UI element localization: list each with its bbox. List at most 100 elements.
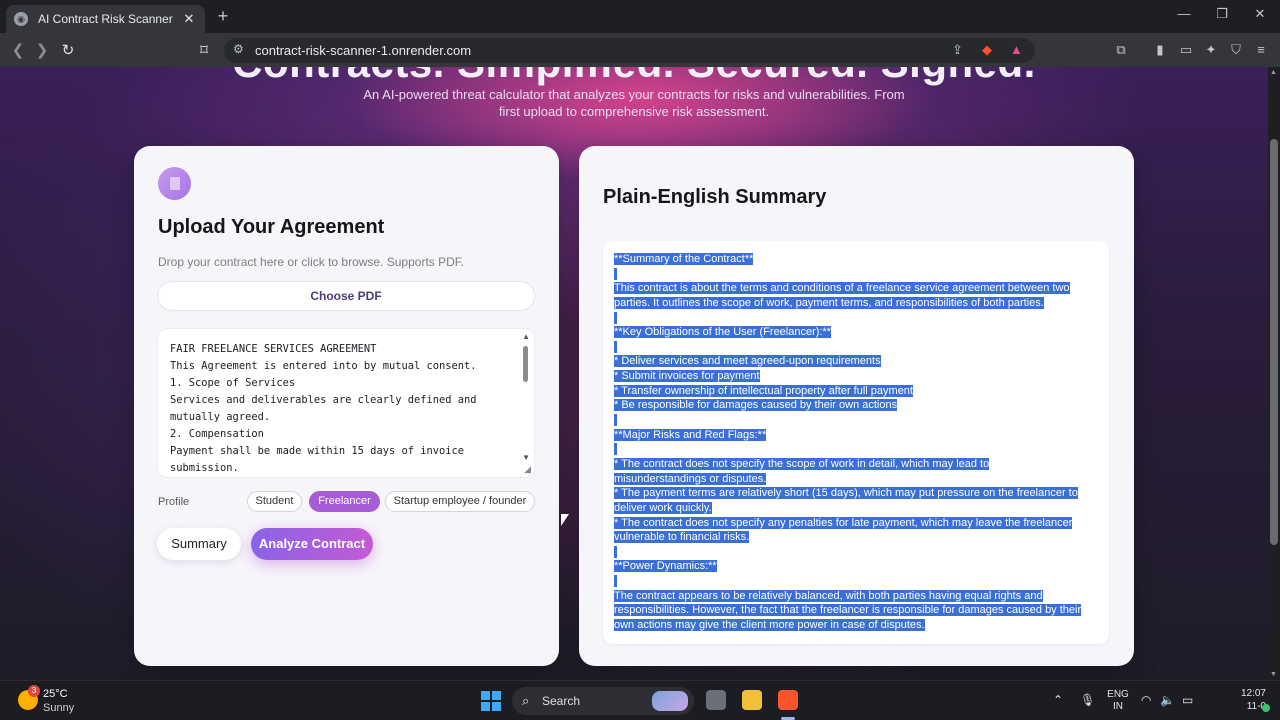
region-code: IN [1113, 701, 1123, 712]
search-icon: ⌕ [522, 693, 530, 708]
scroll-down-icon[interactable]: ▼ [522, 453, 530, 462]
maximize-icon[interactable]: ❐ [1212, 6, 1232, 22]
resize-grip-icon[interactable]: ◢ [524, 464, 531, 475]
summary-line-text: vulnerable to financial risks. [614, 531, 750, 544]
battery-icon[interactable]: ▭ [1182, 693, 1193, 707]
brave-shields-icon[interactable]: ◆ [982, 42, 992, 58]
profile-label: Profile [158, 496, 190, 508]
page-scroll-up-icon[interactable]: ▲ [1270, 69, 1277, 76]
vpn-icon[interactable]: ⛉ [1228, 42, 1244, 58]
scroll-up-icon[interactable]: ▲ [522, 332, 530, 341]
bookmark-icon[interactable]: ⌑ [195, 41, 213, 59]
brave-rewards-icon[interactable]: ▲ [1010, 42, 1023, 57]
taskbar-search[interactable]: ⌕ Search [512, 687, 694, 715]
weather-temperature[interactable]: 25°C [43, 688, 68, 700]
summary-line: * The contract does not specify any pena… [614, 516, 1104, 531]
forward-icon[interactable]: ❯ [33, 41, 51, 59]
summary-line-text: This contract is about the terms and con… [614, 282, 1070, 295]
summary-line [614, 574, 1104, 589]
summary-line: This contract is about the terms and con… [614, 281, 1104, 296]
brave-browser-icon[interactable] [778, 690, 798, 710]
language-indicator[interactable]: ENG IN [1106, 689, 1130, 713]
windows-start-icon[interactable] [481, 691, 501, 711]
window-close-icon[interactable]: ✕ [1250, 6, 1270, 22]
address-bar[interactable]: ⚙ contract-risk-scanner-1.onrender.com ⇪… [224, 38, 1035, 63]
page-scroll-down-icon[interactable]: ▼ [1270, 671, 1277, 678]
page-scrollbar[interactable]: ▲ ▼ [1268, 67, 1280, 680]
page-scroll-thumb[interactable] [1270, 139, 1278, 545]
new-tab-icon[interactable]: + [214, 6, 232, 27]
share-icon[interactable]: ⇪ [952, 42, 963, 58]
summary-heading: Plain-English Summary [603, 186, 827, 208]
menu-icon[interactable]: ≡ [1253, 42, 1269, 57]
summary-line-text [614, 443, 618, 456]
profile-chip-startup[interactable]: Startup employee / founder [385, 491, 535, 512]
windows-taskbar: 3 25°C Sunny ⌕ Search ⌃ 🎙 ENG IN ◠ 🔈 ▭ 1… [0, 680, 1280, 720]
url-text[interactable]: contract-risk-scanner-1.onrender.com [255, 43, 471, 58]
choose-pdf-button[interactable]: Choose PDF [157, 281, 535, 311]
summary-line-text [614, 575, 618, 588]
summary-output[interactable]: **Summary of the Contract** This contrac… [603, 241, 1109, 644]
page-viewport: Contracts. Simplified. Secured. Signed. … [0, 67, 1268, 680]
summary-line-text [614, 311, 618, 324]
browser-toolbar: ❮ ❯ ↻ ⌑ ⚙ contract-risk-scanner-1.onrend… [0, 33, 1280, 67]
language-code: ENG [1107, 689, 1129, 700]
weather-badge: 3 [28, 685, 40, 697]
back-icon[interactable]: ❮ [9, 41, 27, 59]
summary-line: **Summary of the Contract** [614, 252, 1104, 267]
summary-line: **Major Risks and Red Flags:** [614, 428, 1104, 443]
summary-button[interactable]: Summary [157, 528, 241, 560]
summary-line-text: * The contract does not specify the scop… [614, 457, 990, 470]
site-info-icon[interactable]: ⚙ [233, 42, 244, 56]
file-explorer-icon[interactable] [742, 690, 762, 710]
search-label: Search [542, 694, 581, 708]
system-clock[interactable]: 12:07 11-0 [1230, 687, 1266, 713]
summary-line-text: **Key Obligations of the User (Freelance… [614, 326, 832, 339]
hero-subtitle: An AI-powered threat calculator that ana… [363, 87, 905, 119]
summary-line-text [614, 340, 618, 353]
leo-ai-icon[interactable]: ✦ [1203, 42, 1219, 58]
notification-icon[interactable] [1262, 704, 1270, 712]
upload-hint: Drop your contract here or click to brow… [158, 255, 465, 269]
weather-description[interactable]: Sunny [43, 702, 74, 714]
summary-line [614, 545, 1104, 560]
reload-icon[interactable]: ↻ [59, 41, 77, 59]
tray-overflow-icon[interactable]: ⌃ [1053, 693, 1063, 707]
summary-line: deliver work quickly. [614, 501, 1104, 516]
screenshot-icon[interactable]: ⧉ [1113, 42, 1129, 58]
summary-line-text: deliver work quickly. [614, 501, 712, 514]
globe-icon: ◉ [14, 12, 28, 26]
summary-line: * The contract does not specify the scop… [614, 457, 1104, 472]
tab-title: AI Contract Risk Scanner [38, 12, 173, 26]
textarea-scrollbar[interactable] [523, 346, 528, 382]
summary-line-text: parties. It outlines the scope of work, … [614, 296, 1044, 309]
summary-line-text: * The contract does not specify any pena… [614, 516, 1073, 529]
summary-line [614, 442, 1104, 457]
summary-line-text [614, 414, 618, 427]
wifi-icon[interactable]: ◠ [1141, 693, 1151, 707]
summary-line-text: * Deliver services and meet agreed-upon … [614, 355, 881, 368]
sidebar-icon[interactable]: ▮ [1152, 42, 1168, 58]
profile-chip-freelancer[interactable]: Freelancer [309, 491, 380, 512]
summary-line: responsibilities. However, the fact that… [614, 603, 1104, 618]
summary-line: **Power Dynamics:** [614, 559, 1104, 574]
summary-line: * Transfer ownership of intellectual pro… [614, 384, 1104, 399]
summary-line-text: own actions may give the client more pow… [614, 619, 925, 632]
profile-chip-student[interactable]: Student [247, 491, 302, 512]
summary-line-text: * Transfer ownership of intellectual pro… [614, 384, 913, 397]
contract-text[interactable]: FAIR FREELANCE SERVICES AGREEMENT This A… [170, 341, 515, 477]
summary-line-text: misunderstandings or disputes. [614, 472, 767, 485]
summary-line-text: **Major Risks and Red Flags:** [614, 428, 767, 441]
contract-textarea[interactable]: FAIR FREELANCE SERVICES AGREEMENT This A… [157, 328, 535, 478]
minimize-icon[interactable]: — [1174, 6, 1194, 21]
analyze-contract-button[interactable]: Analyze Contract [251, 528, 373, 560]
microphone-icon[interactable]: 🎙 [1080, 693, 1095, 707]
clock-date: 11-0 [1246, 701, 1266, 712]
browser-tab[interactable]: ◉ AI Contract Risk Scanner ✕ [6, 5, 205, 33]
summary-line-text: **Power Dynamics:** [614, 560, 717, 573]
summary-text: **Summary of the Contract** This contrac… [614, 252, 1104, 633]
close-tab-icon[interactable]: ✕ [181, 11, 197, 27]
wallet-icon[interactable]: ▭ [1178, 42, 1194, 58]
task-view-icon[interactable] [706, 690, 726, 710]
volume-icon[interactable]: 🔈 [1160, 693, 1175, 707]
